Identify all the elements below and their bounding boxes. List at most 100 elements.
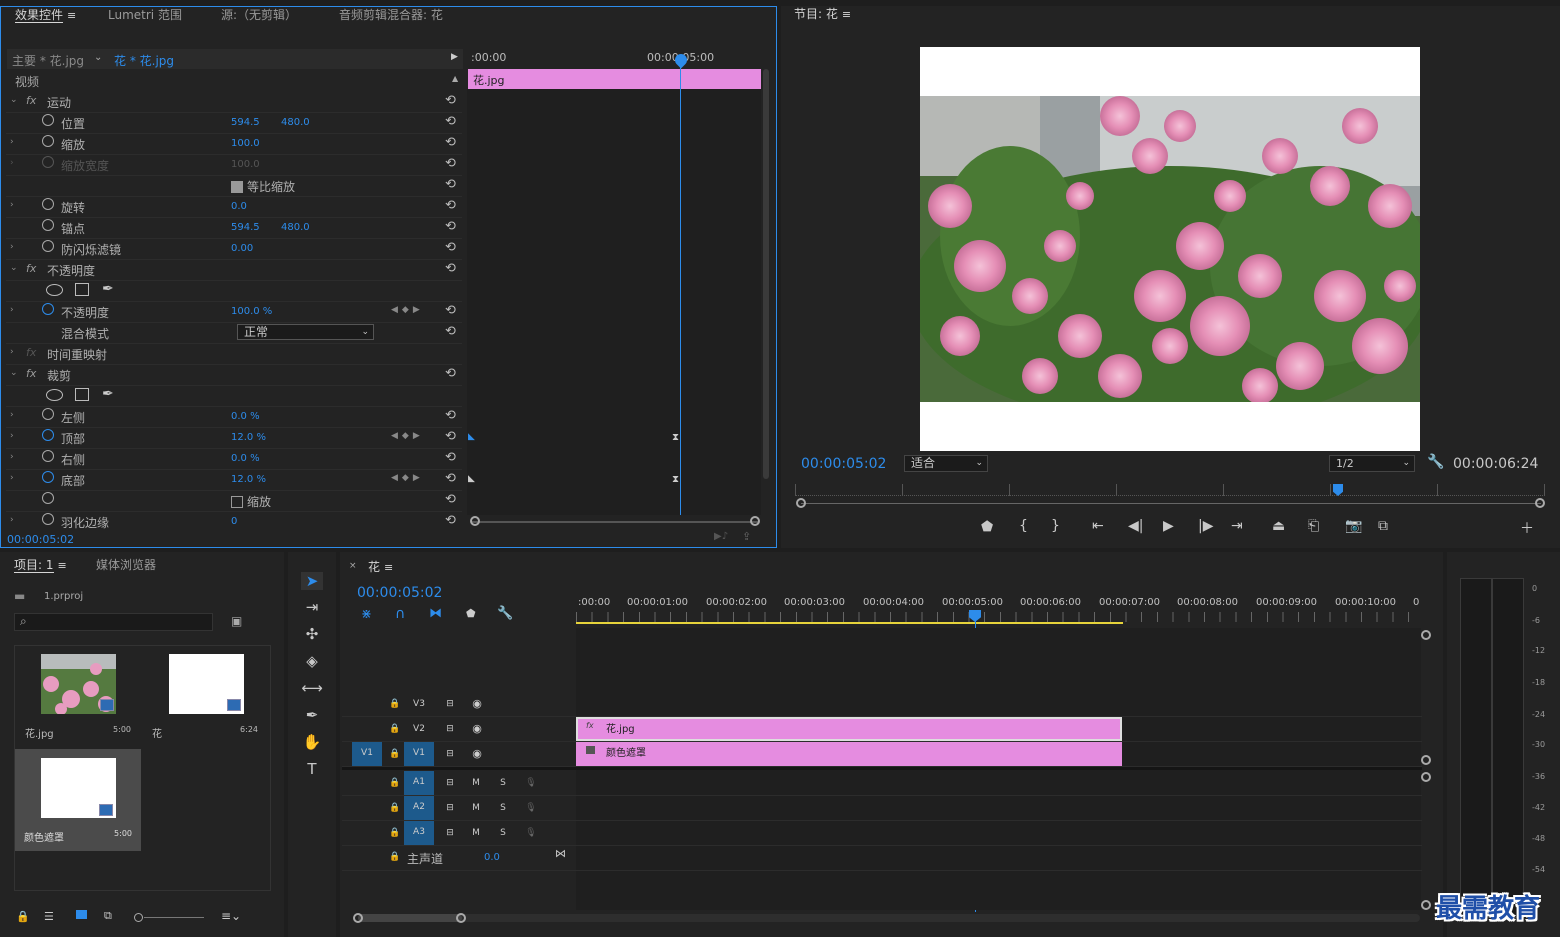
keyframe-top-end[interactable]: ⧗ [672, 432, 679, 443]
razor-tool-icon[interactable]: ◈ [301, 652, 323, 670]
step-forward-icon[interactable]: |▶ [1198, 518, 1213, 534]
row-crop-top[interactable]: › 顶部 12.0 % ◀◆▶ ⟲ [6, 428, 462, 449]
ellipse-mask-icon[interactable] [46, 389, 63, 401]
collapse-arrow-icon[interactable]: ⌄ [10, 95, 18, 105]
reset-icon[interactable]: ⟲ [445, 93, 456, 108]
stopwatch-icon[interactable] [42, 219, 54, 231]
mute-button[interactable]: M [461, 772, 491, 794]
reset-icon[interactable]: ⟲ [445, 324, 456, 339]
crop-zoom-checkbox[interactable]: 缩放 [231, 493, 271, 510]
program-zoom-right-handle[interactable] [1535, 498, 1545, 508]
reset-icon[interactable]: ⟲ [445, 366, 456, 381]
play-icon[interactable]: ▶ [1163, 518, 1174, 534]
row-crop-bottom[interactable]: › 底部 12.0 % ◀◆▶ ⟲ [6, 470, 462, 491]
export-icon[interactable]: ⇪ [742, 530, 751, 543]
reset-icon[interactable]: ⟲ [445, 408, 456, 423]
fx-icon[interactable]: fx [26, 367, 36, 380]
linked-selection-icon[interactable]: ⧓ [429, 606, 442, 621]
export-frame-camera-icon[interactable]: 📷 [1345, 518, 1362, 534]
checkbox-unchecked-icon[interactable] [231, 496, 243, 508]
row-crop-zoom[interactable]: 缩放 ⟲ [6, 491, 462, 512]
anchor-y-value[interactable]: 480.0 [281, 222, 310, 233]
timeline-hscroll-bar[interactable] [358, 914, 1420, 922]
reset-icon[interactable]: ⟲ [445, 177, 456, 192]
expand-arrow-icon[interactable]: › [10, 515, 14, 525]
mark-in-icon[interactable]: { [1019, 518, 1028, 534]
microphone-icon[interactable]: 🎙 [516, 822, 546, 844]
rotation-value[interactable]: 0.0 [231, 201, 247, 212]
clip-v1-color-matte[interactable]: 颜色遮罩 [576, 742, 1122, 766]
reset-icon[interactable]: ⟲ [445, 429, 456, 444]
project-item-sequence[interactable]: 花 6:24 [143, 647, 267, 742]
rectangle-mask-icon[interactable] [75, 388, 89, 401]
tab-program[interactable]: 节目: 花 ≡ [794, 0, 851, 22]
nest-icon[interactable]: ⋇ [361, 607, 372, 622]
tab-audio-clip-mixer[interactable]: 音频剪辑混合器: 花 [339, 0, 443, 23]
stopwatch-icon[interactable] [42, 450, 54, 462]
reset-icon[interactable]: ⟲ [445, 198, 456, 213]
stopwatch-icon[interactable] [42, 513, 54, 525]
source-patch-v1[interactable]: V1 [352, 742, 382, 766]
effect-clip-bar[interactable] [468, 69, 761, 89]
stopwatch-icon[interactable] [42, 408, 54, 420]
program-scrub-ruler[interactable] [795, 484, 1545, 496]
opacity-value[interactable]: 100.0 % [231, 306, 272, 317]
stopwatch-active-icon[interactable] [42, 471, 54, 483]
compare-view-icon[interactable]: ⧉ [1378, 518, 1388, 534]
row-time-remap[interactable]: › fx 时间重映射 [6, 344, 462, 365]
pen-mask-icon[interactable]: ✒ [102, 281, 114, 297]
mute-button[interactable]: M [461, 822, 491, 844]
stopwatch-icon[interactable] [42, 240, 54, 252]
lock-track-icon[interactable]: 🔒 [380, 846, 410, 868]
fx-icon[interactable]: fx [26, 94, 36, 107]
row-blend-mode[interactable]: 混合模式 正常 ⌄ ⟲ [6, 323, 462, 344]
reset-icon[interactable]: ⟲ [445, 135, 456, 150]
timeline-vscroll-video-handle[interactable] [1421, 755, 1431, 765]
pen-tool-icon[interactable]: ✒ [301, 706, 323, 724]
stopwatch-icon[interactable] [42, 492, 54, 504]
expand-arrow-icon[interactable]: › [10, 473, 14, 483]
timeline-vscroll-top-handle[interactable] [1421, 630, 1431, 640]
uniform-scale-checkbox[interactable]: 等比缩放 [231, 178, 295, 195]
collapse-up-icon[interactable]: ▲ [452, 74, 458, 83]
position-y-value[interactable]: 480.0 [281, 117, 310, 128]
program-timecode[interactable]: 00:00:05:02 [801, 456, 886, 472]
mute-button[interactable]: M [461, 797, 491, 819]
audio-scrub-icon[interactable]: ▶♪ [714, 531, 728, 542]
microphone-icon[interactable]: 🎙 [516, 797, 546, 819]
tab-source[interactable]: 源:（无剪辑） [221, 0, 297, 23]
master-volume-value[interactable]: 0.0 [484, 852, 500, 863]
row-feather-edges[interactable]: › 羽化边缘 0 ⟲ [6, 512, 462, 533]
crop-right-value[interactable]: 0.0 % [231, 453, 260, 464]
timeline-vscroll-bottom-handle[interactable] [1421, 900, 1431, 910]
track-label-a1[interactable]: A1 [404, 771, 434, 795]
solo-button[interactable]: S [488, 822, 518, 844]
reset-icon[interactable]: ⟲ [445, 240, 456, 255]
timeline-vscroll-audio-handle[interactable] [1421, 772, 1431, 782]
rectangle-mask-icon[interactable] [75, 283, 89, 296]
row-scale[interactable]: › 缩放 100.0 ⟲ [6, 134, 462, 155]
keyframe-nav-icon[interactable]: ◀◆▶ [391, 473, 424, 483]
sort-icon[interactable]: ≡⌄ [221, 909, 241, 923]
stopwatch-icon[interactable] [42, 198, 54, 210]
freeform-view-icon[interactable]: ⧉ [104, 909, 112, 923]
type-tool-icon[interactable]: T [301, 760, 323, 778]
close-icon[interactable]: × [349, 561, 357, 571]
keyframe-nav-icon[interactable]: ◀◆▶ [391, 305, 424, 315]
selection-tool-icon[interactable]: ➤ [301, 572, 323, 590]
tab-media-browser[interactable]: 媒体浏览器 [96, 547, 156, 573]
effect-timeline-ruler[interactable] [467, 49, 761, 69]
program-zoom-bar[interactable] [801, 503, 1541, 504]
reset-icon[interactable]: ⟲ [445, 492, 456, 507]
sync-lock-icon[interactable]: ⊟ [435, 743, 465, 765]
keyframe-nav-icon[interactable]: ◀◆▶ [391, 431, 424, 441]
expand-arrow-icon[interactable]: › [10, 137, 14, 147]
expand-arrow-icon[interactable]: › [10, 347, 14, 357]
feather-value[interactable]: 0 [231, 516, 237, 527]
icon-view-icon[interactable] [76, 910, 87, 919]
reset-icon[interactable]: ⟲ [445, 219, 456, 234]
timeline-hscroll-thumb[interactable] [358, 914, 462, 922]
track-label-v3[interactable]: V3 [404, 693, 434, 715]
solo-button[interactable]: S [488, 772, 518, 794]
fx-icon[interactable]: fx [26, 262, 36, 275]
